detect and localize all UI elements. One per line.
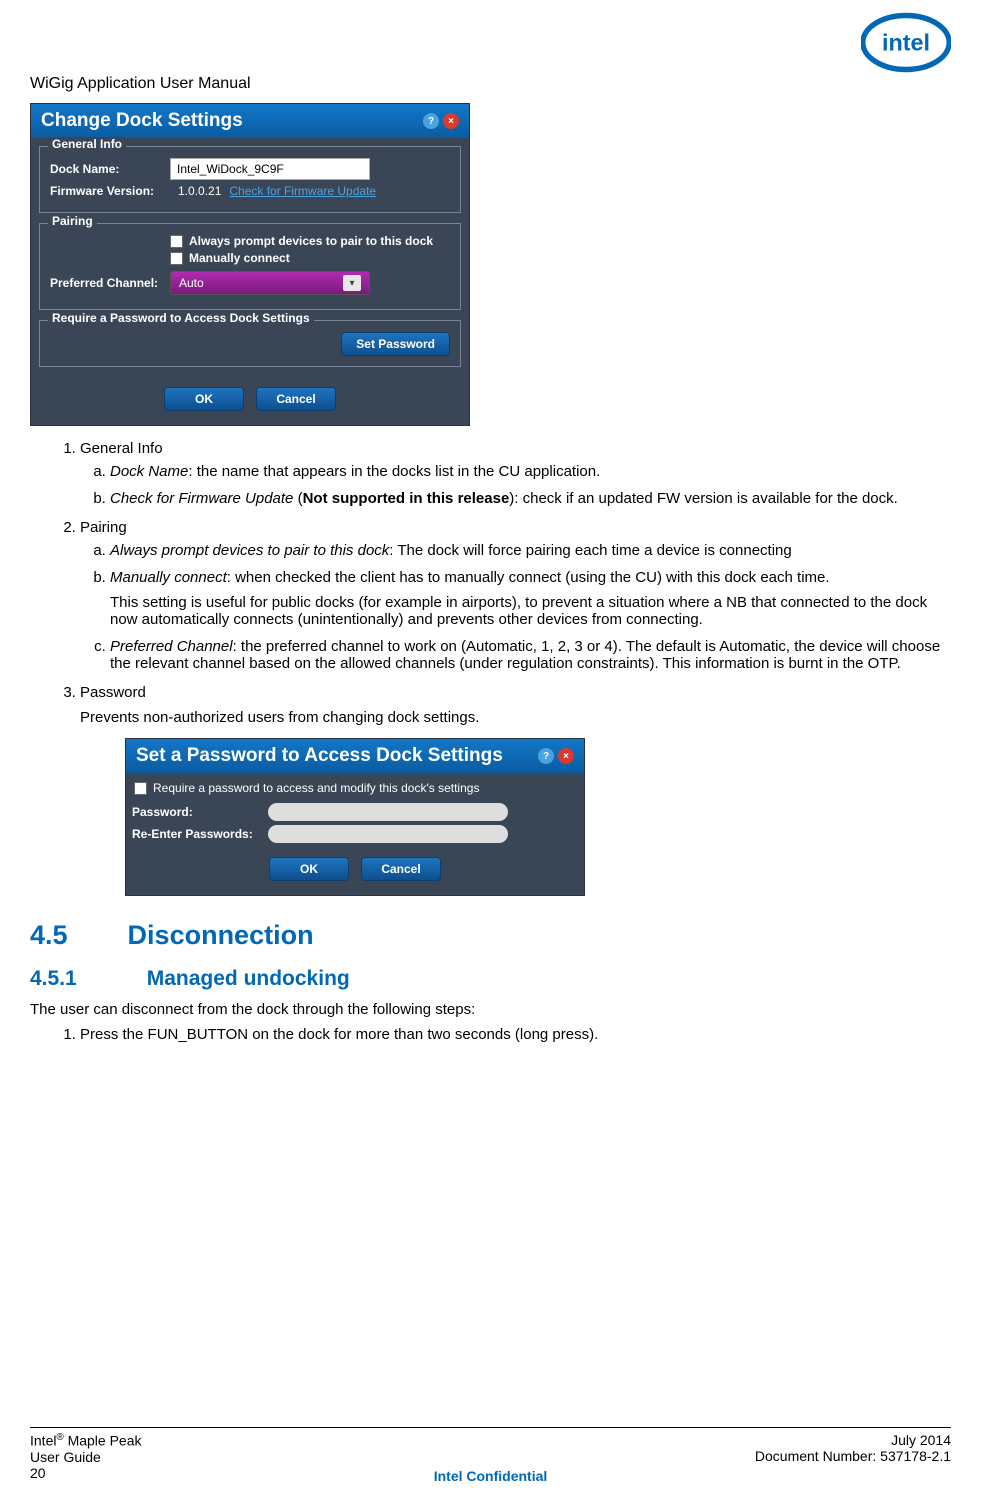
item-2a-rest: : The dock will force pairing each time … xyxy=(389,542,791,559)
change-dock-settings-dialog: Change Dock Settings ? × General Info Do… xyxy=(30,103,470,426)
reenter-password-label: Re-Enter Passwords: xyxy=(132,827,262,841)
preferred-channel-value: Auto xyxy=(179,276,204,290)
dock-name-input[interactable] xyxy=(170,158,370,180)
password-fieldset: Require a Password to Access Dock Settin… xyxy=(39,320,461,367)
heading-4-5-1: 4.5.1 Managed undocking xyxy=(30,967,951,991)
firmware-version-label: Firmware Version: xyxy=(50,184,170,198)
manually-connect-checkbox[interactable] xyxy=(170,252,183,265)
item-3-title: Password xyxy=(80,684,146,701)
cancel-button[interactable]: Cancel xyxy=(256,387,336,411)
page-footer: Intel® Maple Peak User Guide 20 Intel Co… xyxy=(30,1427,951,1481)
heading-4-5-text: Disconnection xyxy=(128,920,314,951)
item-2-title: Pairing xyxy=(80,519,127,536)
undocking-intro: The user can disconnect from the dock th… xyxy=(30,1001,951,1018)
heading-4-5-1-num: 4.5.1 xyxy=(30,967,77,991)
help-icon[interactable]: ? xyxy=(538,748,554,764)
always-prompt-label: Always prompt devices to pair to this do… xyxy=(189,234,433,248)
item-3-para: Prevents non-authorized users from chang… xyxy=(80,709,951,726)
footer-guide: User Guide xyxy=(30,1449,142,1465)
heading-4-5-1-text: Managed undocking xyxy=(147,967,350,991)
item-1b-term: Check for Firmware Update xyxy=(110,490,293,507)
item-1b-rest: ): check if an updated FW version is ava… xyxy=(509,490,898,507)
footer-docnum: Document Number: 537178-2.1 xyxy=(755,1448,951,1464)
pairing-fieldset: Pairing Always prompt devices to pair to… xyxy=(39,223,461,310)
heading-4-5-num: 4.5 xyxy=(30,920,68,951)
require-password-label: Require a password to access and modify … xyxy=(153,781,479,795)
footer-date: July 2014 xyxy=(755,1432,951,1448)
footer-product: Intel® Maple Peak xyxy=(30,1432,142,1449)
set-password-button[interactable]: Set Password xyxy=(341,332,450,356)
cancel-button[interactable]: Cancel xyxy=(361,857,441,881)
svg-text:intel: intel xyxy=(882,30,930,56)
manually-connect-label: Manually connect xyxy=(189,251,290,265)
intel-logo: intel xyxy=(861,10,951,75)
dialog-title-text: Change Dock Settings xyxy=(41,110,243,132)
heading-4-5: 4.5 Disconnection xyxy=(30,920,951,951)
item-1b-mid: ( xyxy=(293,490,302,507)
chevron-down-icon: ▾ xyxy=(343,275,361,291)
password-label: Password: xyxy=(132,805,262,819)
content-list: General Info Dock Name: the name that ap… xyxy=(30,440,951,896)
item-2c-rest: : the preferred channel to work on (Auto… xyxy=(110,638,940,672)
item-1-title: General Info xyxy=(80,440,163,457)
password-input[interactable] xyxy=(268,803,508,821)
item-2a-term: Always prompt devices to pair to this do… xyxy=(110,542,389,559)
help-icon[interactable]: ? xyxy=(423,113,439,129)
document-header: WiGig Application User Manual xyxy=(30,75,951,93)
set-password-dialog: Set a Password to Access Dock Settings ?… xyxy=(125,738,585,896)
footer-confidential: Intel Confidential xyxy=(30,1468,951,1484)
item-2b-rest: : when checked the client has to manuall… xyxy=(227,569,830,586)
reenter-password-input[interactable] xyxy=(268,825,508,843)
close-icon[interactable]: × xyxy=(443,113,459,129)
item-2c-term: Preferred Channel xyxy=(110,638,233,655)
ok-button[interactable]: OK xyxy=(164,387,244,411)
general-info-fieldset: General Info Dock Name: Firmware Version… xyxy=(39,146,461,213)
ok-button[interactable]: OK xyxy=(269,857,349,881)
item-2b-para: This setting is useful for public docks … xyxy=(110,594,951,628)
dialog2-titlebar: Set a Password to Access Dock Settings ?… xyxy=(126,739,584,773)
item-2b-term: Manually connect xyxy=(110,569,227,586)
item-1b-bold: Not supported in this release xyxy=(303,490,510,507)
general-info-legend: General Info xyxy=(48,137,126,151)
preferred-channel-label: Preferred Channel: xyxy=(50,276,170,290)
item-1a-rest: : the name that appears in the docks lis… xyxy=(188,463,600,480)
password-legend: Require a Password to Access Dock Settin… xyxy=(48,311,314,325)
dialog-titlebar: Change Dock Settings ? × xyxy=(31,104,469,138)
dialog2-title-text: Set a Password to Access Dock Settings xyxy=(136,745,503,767)
preferred-channel-select[interactable]: Auto ▾ xyxy=(170,271,370,295)
always-prompt-checkbox[interactable] xyxy=(170,235,183,248)
dock-name-label: Dock Name: xyxy=(50,162,170,176)
close-icon[interactable]: × xyxy=(558,748,574,764)
check-firmware-update-link[interactable]: Check for Firmware Update xyxy=(229,184,376,198)
firmware-version-value: 1.0.0.21 xyxy=(178,184,221,198)
pairing-legend: Pairing xyxy=(48,214,97,228)
item-1a-term: Dock Name xyxy=(110,463,188,480)
undocking-step-1: Press the FUN_BUTTON on the dock for mor… xyxy=(80,1026,951,1043)
require-password-checkbox[interactable] xyxy=(134,782,147,795)
